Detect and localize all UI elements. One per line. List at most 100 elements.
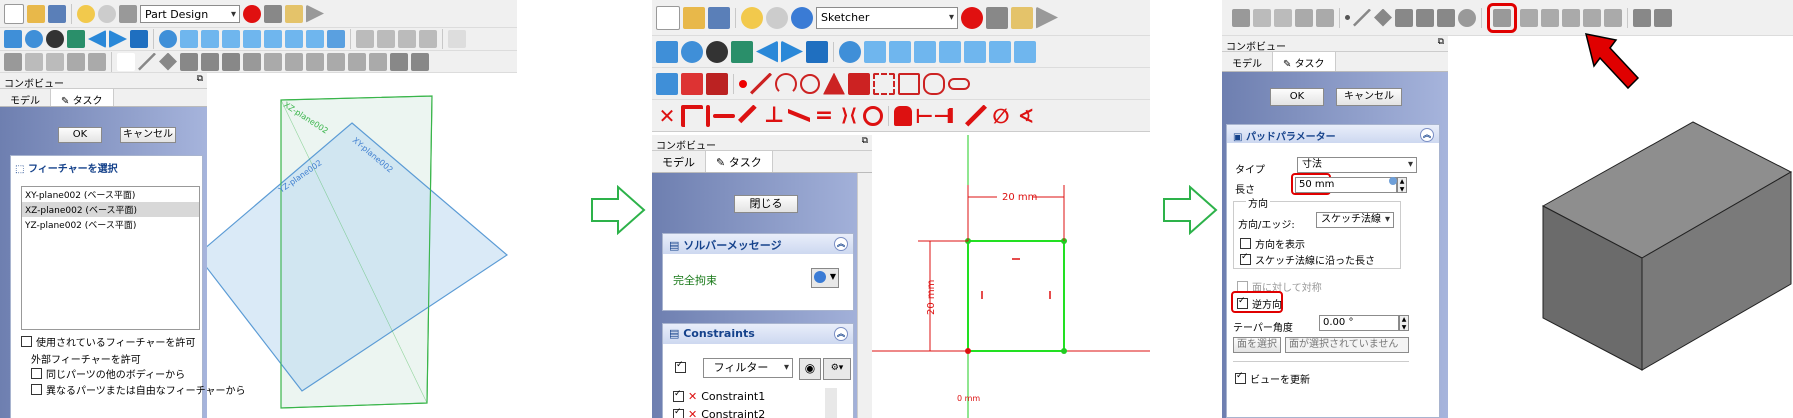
sketch-rectangle-icon[interactable] — [898, 72, 920, 95]
sketch-slot-icon[interactable] — [948, 77, 970, 90]
fit-all-icon[interactable] — [656, 40, 678, 63]
create-part-icon[interactable] — [356, 30, 374, 48]
datum-point-icon[interactable] — [117, 52, 135, 71]
fillet-icon[interactable] — [327, 52, 345, 71]
bounding-box-icon[interactable] — [67, 30, 85, 48]
pocket-icon[interactable] — [222, 52, 240, 71]
loft-icon[interactable] — [285, 52, 303, 71]
list-item[interactable]: XZ-plane002 (ベース平面) — [22, 202, 199, 217]
constraint-equal-icon[interactable]: = — [813, 104, 835, 127]
tab-task[interactable]: ✎ タスク — [706, 151, 773, 172]
create-sketch-icon[interactable] — [25, 52, 43, 71]
constraints-filter-checkbox[interactable] — [675, 360, 686, 373]
ext-same-part-checkbox[interactable]: 同じパーツの他のボディーから — [31, 366, 185, 381]
reversed-checkbox[interactable]: 逆方向 — [1237, 296, 1282, 311]
along-normal-checkbox[interactable]: スケッチ法線に沿った長さ — [1240, 252, 1375, 267]
forward-arrow-icon[interactable] — [781, 40, 803, 63]
groove-icon[interactable] — [264, 52, 282, 71]
run-macro-icon[interactable] — [306, 4, 324, 23]
refresh-icon[interactable] — [791, 6, 813, 29]
sketch-view[interactable]: 20 mm 20 mm 0 mm — [872, 135, 1150, 418]
collapse-icon[interactable]: ︽ — [834, 327, 848, 341]
chamfer-icon[interactable] — [348, 52, 366, 71]
validate-sketch-icon[interactable] — [67, 52, 85, 71]
constraint-lock-icon[interactable] — [894, 105, 912, 126]
sketch-bspline-icon[interactable] — [848, 72, 870, 95]
close-button[interactable]: 閉じる — [734, 195, 798, 213]
zoom-icon[interactable] — [839, 40, 861, 63]
allow-used-checkbox[interactable]: 使用されているフィーチャーを許可 — [21, 334, 195, 349]
checkbox-box[interactable] — [673, 407, 684, 418]
draw-style-icon[interactable] — [46, 30, 64, 48]
datum-line-icon[interactable] — [1353, 8, 1371, 27]
link-icon[interactable] — [398, 30, 416, 48]
record-macro-icon[interactable] — [961, 6, 983, 29]
stop-macro-icon[interactable] — [986, 6, 1008, 29]
edit-macro-icon[interactable] — [285, 4, 303, 23]
bottom-view-icon[interactable] — [989, 40, 1011, 63]
select-face-button[interactable]: 面を選択 — [1233, 337, 1281, 353]
measure-icon[interactable] — [327, 30, 345, 48]
left-view-icon[interactable] — [306, 30, 324, 48]
zoom-icon[interactable] — [159, 30, 177, 48]
checkbox-box[interactable] — [673, 389, 684, 402]
left-view-icon[interactable] — [1014, 40, 1036, 63]
isometric-view-icon[interactable] — [864, 40, 886, 63]
pipe-icon[interactable] — [306, 52, 324, 71]
sub-shape-binder-icon[interactable] — [1437, 8, 1455, 27]
redo-icon[interactable] — [98, 4, 116, 23]
refresh-icon[interactable] — [119, 4, 137, 23]
shape-binder-icon[interactable] — [1316, 8, 1334, 27]
revolution-icon[interactable] — [243, 52, 261, 71]
datum-plane-icon[interactable] — [159, 52, 177, 71]
std-views-icon[interactable] — [806, 40, 828, 63]
hole-icon[interactable] — [1654, 8, 1672, 27]
tab-task[interactable]: ✎ タスク — [51, 89, 114, 107]
cancel-button[interactable]: キャンセル — [1336, 88, 1402, 106]
additive-pipe-icon[interactable] — [1562, 8, 1580, 27]
constraint-symmetric-icon[interactable]: ⟩⟨ — [838, 105, 860, 127]
boolean-icon[interactable] — [411, 52, 429, 71]
pad-icon[interactable] — [1493, 8, 1511, 27]
constraint-diameter-icon[interactable]: ∅ — [990, 105, 1012, 127]
dimension-label-vertical[interactable]: 20 mm — [926, 280, 937, 315]
local-coordinate-icon[interactable] — [180, 52, 198, 71]
pad-3d-view[interactable] — [1448, 36, 1793, 418]
back-arrow-icon[interactable] — [756, 40, 778, 63]
checkbox-box[interactable] — [1240, 252, 1251, 265]
constraint-point-on-object-icon[interactable] — [681, 104, 703, 127]
whats-this-icon[interactable] — [448, 30, 466, 48]
save-icon[interactable] — [48, 4, 66, 23]
planes-3d-view[interactable]: XZ-plane002 XY-plane002 YZ-plane002 — [207, 73, 517, 418]
sketch-arc-icon[interactable] — [775, 72, 797, 95]
validate-sketch-icon[interactable] — [1295, 8, 1313, 27]
checkbox-box[interactable] — [21, 336, 32, 347]
pad-icon[interactable] — [201, 52, 219, 71]
local-coordinate-icon[interactable] — [1395, 8, 1413, 27]
leave-sketch-icon[interactable] — [656, 72, 678, 95]
new-file-icon[interactable] — [4, 3, 24, 24]
tab-model[interactable]: モデル — [652, 151, 706, 172]
tab-model[interactable]: モデル — [0, 89, 51, 107]
taper-spinner[interactable]: ▲ ▼ — [1399, 315, 1409, 331]
isometric-view-icon[interactable] — [180, 30, 198, 48]
sketch-polyline-icon[interactable] — [873, 72, 895, 95]
zoom-selection-icon[interactable] — [681, 40, 703, 63]
run-macro-icon[interactable] — [1036, 6, 1058, 29]
filter-dropdown[interactable]: フィルター — [703, 358, 793, 378]
constraint-angle-icon[interactable]: ∢ — [1015, 105, 1037, 127]
back-arrow-icon[interactable] — [88, 30, 106, 48]
undo-icon[interactable] — [741, 6, 763, 29]
constraint-vertical-distance-icon[interactable]: I — [940, 105, 962, 127]
additive-primitive-icon[interactable] — [1604, 8, 1622, 27]
xy-plane[interactable] — [207, 122, 508, 392]
tab-task[interactable]: ✎ タスク — [1273, 52, 1336, 71]
show-direction-checkbox[interactable]: 方向を表示 — [1240, 236, 1305, 251]
top-view-icon[interactable] — [222, 30, 240, 48]
view-section-icon[interactable] — [706, 72, 728, 95]
rear-view-icon[interactable] — [964, 40, 986, 63]
constraint-vertical-icon[interactable] — [706, 104, 710, 127]
datum-plane-icon[interactable] — [1374, 8, 1392, 27]
body-icon[interactable] — [1232, 8, 1250, 27]
checkbox-box[interactable] — [31, 368, 42, 379]
